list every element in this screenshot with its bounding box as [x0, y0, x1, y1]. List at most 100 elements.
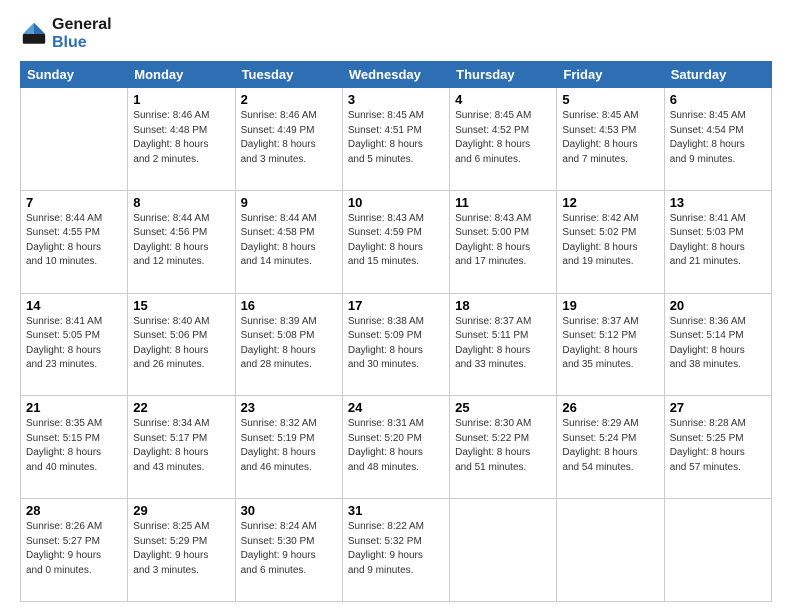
day-info: Sunrise: 8:26 AM Sunset: 5:27 PM Dayligh… [26, 520, 122, 578]
day-info: Sunrise: 8:44 AM Sunset: 4:55 PM Dayligh… [26, 212, 122, 270]
calendar-cell: 26Sunrise: 8:29 AM Sunset: 5:24 PM Dayli… [557, 396, 664, 499]
day-header-tuesday: Tuesday [235, 62, 342, 88]
day-info: Sunrise: 8:36 AM Sunset: 5:14 PM Dayligh… [670, 315, 766, 373]
day-number: 25 [455, 400, 551, 415]
day-number: 22 [133, 400, 229, 415]
day-info: Sunrise: 8:41 AM Sunset: 5:03 PM Dayligh… [670, 212, 766, 270]
day-number: 8 [133, 195, 229, 210]
day-info: Sunrise: 8:38 AM Sunset: 5:09 PM Dayligh… [348, 315, 444, 373]
day-number: 19 [562, 298, 658, 313]
day-number: 20 [670, 298, 766, 313]
day-number: 18 [455, 298, 551, 313]
day-info: Sunrise: 8:46 AM Sunset: 4:49 PM Dayligh… [241, 109, 337, 167]
day-info: Sunrise: 8:37 AM Sunset: 5:11 PM Dayligh… [455, 315, 551, 373]
day-header-thursday: Thursday [450, 62, 557, 88]
day-number: 21 [26, 400, 122, 415]
calendar-cell: 9 Sunrise: 8:44 AM Sunset: 4:58 PM Daylig… [235, 190, 342, 293]
day-info: Sunrise: 8:29 AM Sunset: 5:24 PM Dayligh… [562, 417, 658, 475]
day-header-saturday: Saturday [664, 62, 771, 88]
day-number: 28 [26, 503, 122, 518]
day-info: Sunrise: 8:44 AM Sunset: 4:58 PM Dayligh… [241, 212, 337, 270]
day-info: Sunrise: 8:30 AM Sunset: 5:22 PM Dayligh… [455, 417, 551, 475]
day-info: Sunrise: 8:40 AM Sunset: 5:06 PM Dayligh… [133, 315, 229, 373]
day-info: Sunrise: 8:24 AM Sunset: 5:30 PM Dayligh… [241, 520, 337, 578]
calendar-cell: 28 Sunrise: 8:26 AM Sunset: 5:27 PM Dayli… [21, 499, 128, 602]
calendar-cell: 13 Sunrise: 8:41 AM Sunset: 5:03 PM Dayli… [664, 190, 771, 293]
calendar-body: 1 Sunrise: 8:46 AM Sunset: 4:48 PM Daylig… [21, 88, 772, 602]
calendar-cell: 8 Sunrise: 8:44 AM Sunset: 4:56 PM Daylig… [128, 190, 235, 293]
calendar-week-row: 7 Sunrise: 8:44 AM Sunset: 4:55 PM Daylig… [21, 190, 772, 293]
header: General Blue [20, 16, 772, 51]
day-info: Sunrise: 8:44 AM Sunset: 4:56 PM Dayligh… [133, 212, 229, 270]
calendar-header-row: SundayMondayTuesdayWednesdayThursdayFrid… [21, 62, 772, 88]
calendar-cell: 6 Sunrise: 8:45 AM Sunset: 4:54 PM Daylig… [664, 88, 771, 191]
day-header-wednesday: Wednesday [342, 62, 449, 88]
calendar-cell: 31 Sunrise: 8:22 AM Sunset: 5:32 PM Dayli… [342, 499, 449, 602]
day-number: 6 [670, 92, 766, 107]
calendar-cell: 22 Sunrise: 8:34 AM Sunset: 5:17 PM Dayli… [128, 396, 235, 499]
calendar-table: SundayMondayTuesdayWednesdayThursdayFrid… [20, 61, 772, 602]
calendar-cell: 29 Sunrise: 8:25 AM Sunset: 5:29 PM Dayli… [128, 499, 235, 602]
day-number: 1 [133, 92, 229, 107]
day-number: 9 [241, 195, 337, 210]
calendar-cell: 19 Sunrise: 8:37 AM Sunset: 5:12 PM Dayli… [557, 293, 664, 396]
day-info: Sunrise: 8:45 AM Sunset: 4:52 PM Dayligh… [455, 109, 551, 167]
day-number: 13 [670, 195, 766, 210]
day-info: Sunrise: 8:43 AM Sunset: 5:00 PM Dayligh… [455, 212, 551, 270]
day-number: 30 [241, 503, 337, 518]
calendar-cell: 10 Sunrise: 8:43 AM Sunset: 4:59 PM Dayli… [342, 190, 449, 293]
calendar-week-row: 28 Sunrise: 8:26 AM Sunset: 5:27 PM Dayli… [21, 499, 772, 602]
day-number: 24 [348, 400, 444, 415]
calendar-cell: 5Sunrise: 8:45 AM Sunset: 4:53 PM Daylig… [557, 88, 664, 191]
day-number: 12 [562, 195, 658, 210]
day-info: Sunrise: 8:45 AM Sunset: 4:54 PM Dayligh… [670, 109, 766, 167]
calendar-week-row: 1 Sunrise: 8:46 AM Sunset: 4:48 PM Daylig… [21, 88, 772, 191]
day-number: 29 [133, 503, 229, 518]
day-header-friday: Friday [557, 62, 664, 88]
day-info: Sunrise: 8:28 AM Sunset: 5:25 PM Dayligh… [670, 417, 766, 475]
day-info: Sunrise: 8:37 AM Sunset: 5:12 PM Dayligh… [562, 315, 658, 373]
calendar-cell: 24Sunrise: 8:31 AM Sunset: 5:20 PM Dayli… [342, 396, 449, 499]
calendar-cell: 7 Sunrise: 8:44 AM Sunset: 4:55 PM Daylig… [21, 190, 128, 293]
day-number: 3 [348, 92, 444, 107]
calendar-cell: 2 Sunrise: 8:46 AM Sunset: 4:49 PM Daylig… [235, 88, 342, 191]
day-number: 31 [348, 503, 444, 518]
day-info: Sunrise: 8:25 AM Sunset: 5:29 PM Dayligh… [133, 520, 229, 578]
day-info: Sunrise: 8:42 AM Sunset: 5:02 PM Dayligh… [562, 212, 658, 270]
calendar-cell: 15Sunrise: 8:40 AM Sunset: 5:06 PM Dayli… [128, 293, 235, 396]
calendar-cell: 17 Sunrise: 8:38 AM Sunset: 5:09 PM Dayli… [342, 293, 449, 396]
calendar-cell [664, 499, 771, 602]
day-number: 23 [241, 400, 337, 415]
day-info: Sunrise: 8:22 AM Sunset: 5:32 PM Dayligh… [348, 520, 444, 578]
calendar-cell: 18 Sunrise: 8:37 AM Sunset: 5:11 PM Dayli… [450, 293, 557, 396]
day-info: Sunrise: 8:46 AM Sunset: 4:48 PM Dayligh… [133, 109, 229, 167]
logo: General Blue [20, 16, 112, 51]
day-number: 16 [241, 298, 337, 313]
day-number: 7 [26, 195, 122, 210]
calendar-week-row: 14 Sunrise: 8:41 AM Sunset: 5:05 PM Dayli… [21, 293, 772, 396]
calendar-cell: 3 Sunrise: 8:45 AM Sunset: 4:51 PM Daylig… [342, 88, 449, 191]
logo-text: General Blue [52, 16, 112, 51]
day-number: 4 [455, 92, 551, 107]
calendar-cell [557, 499, 664, 602]
day-info: Sunrise: 8:45 AM Sunset: 4:51 PM Dayligh… [348, 109, 444, 167]
calendar-cell: 1 Sunrise: 8:46 AM Sunset: 4:48 PM Daylig… [128, 88, 235, 191]
calendar-cell: 23 Sunrise: 8:32 AM Sunset: 5:19 PM Dayli… [235, 396, 342, 499]
calendar-cell: 4 Sunrise: 8:45 AM Sunset: 4:52 PM Daylig… [450, 88, 557, 191]
day-number: 10 [348, 195, 444, 210]
day-info: Sunrise: 8:34 AM Sunset: 5:17 PM Dayligh… [133, 417, 229, 475]
calendar-cell: 12 Sunrise: 8:42 AM Sunset: 5:02 PM Dayli… [557, 190, 664, 293]
calendar-cell: 30 Sunrise: 8:24 AM Sunset: 5:30 PM Dayli… [235, 499, 342, 602]
day-info: Sunrise: 8:32 AM Sunset: 5:19 PM Dayligh… [241, 417, 337, 475]
day-header-monday: Monday [128, 62, 235, 88]
calendar-cell: 14 Sunrise: 8:41 AM Sunset: 5:05 PM Dayli… [21, 293, 128, 396]
day-number: 14 [26, 298, 122, 313]
calendar-cell: 16Sunrise: 8:39 AM Sunset: 5:08 PM Dayli… [235, 293, 342, 396]
day-number: 2 [241, 92, 337, 107]
day-info: Sunrise: 8:41 AM Sunset: 5:05 PM Dayligh… [26, 315, 122, 373]
calendar-cell: 27Sunrise: 8:28 AM Sunset: 5:25 PM Dayli… [664, 396, 771, 499]
calendar-cell: 11Sunrise: 8:43 AM Sunset: 5:00 PM Dayli… [450, 190, 557, 293]
day-number: 17 [348, 298, 444, 313]
day-info: Sunrise: 8:43 AM Sunset: 4:59 PM Dayligh… [348, 212, 444, 270]
day-info: Sunrise: 8:45 AM Sunset: 4:53 PM Dayligh… [562, 109, 658, 167]
